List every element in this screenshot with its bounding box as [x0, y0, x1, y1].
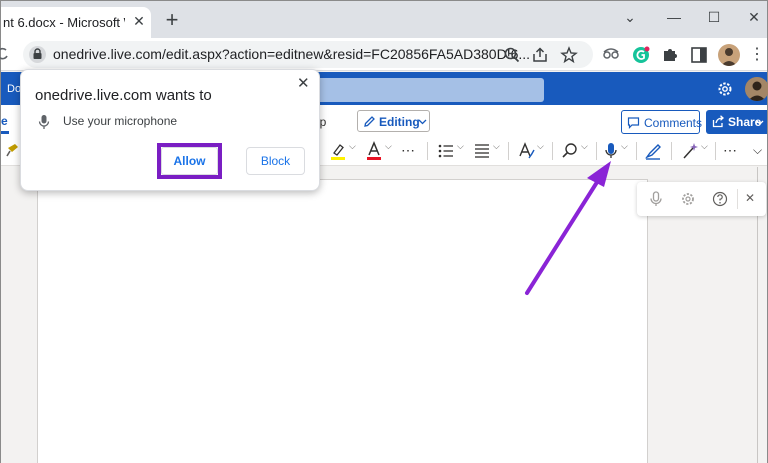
more-options-icon[interactable]: ⋯ [401, 140, 415, 162]
separator [508, 142, 509, 160]
block-button[interactable]: Block [246, 147, 305, 175]
chevron-down-icon[interactable]: ⌵ [457, 141, 464, 152]
separator [671, 142, 672, 160]
chevron-down-icon[interactable]: ⌵ [349, 141, 356, 152]
ribbon-expand-icon[interactable]: ⌵ [753, 140, 762, 162]
url-text: onedrive.live.com/edit.aspx?action=editn… [53, 46, 531, 62]
permission-text: Use your microphone [63, 114, 178, 128]
chevron-down-icon[interactable]: ⌵ [537, 141, 544, 152]
new-tab-button[interactable]: + [161, 9, 183, 32]
lock-icon[interactable] [29, 46, 46, 63]
dictation-toolbar: ✕ [637, 182, 766, 216]
tab-search-icon[interactable]: ⌄ [619, 7, 641, 27]
separator [636, 142, 637, 160]
permission-popup: onedrive.live.com wants to ✕ Use your mi… [20, 69, 320, 191]
comments-button[interactable]: Comments [621, 110, 703, 134]
popup-title: onedrive.live.com wants to [35, 87, 212, 104]
maximize-button[interactable]: ☐ [703, 7, 725, 27]
chevron-down-icon [756, 120, 764, 125]
microphone-icon [38, 115, 50, 129]
share-icon [712, 115, 724, 128]
pencil-icon [364, 116, 375, 127]
more-commands-icon[interactable]: ⋯ [723, 140, 737, 162]
editor-icon[interactable] [644, 140, 662, 162]
font-color-icon[interactable] [365, 140, 383, 162]
separator [715, 142, 716, 160]
document-page[interactable] [37, 179, 648, 463]
office-search-box[interactable] [301, 78, 544, 102]
settings-gear-icon[interactable] [716, 80, 734, 98]
chevron-down-icon[interactable]: ⌵ [493, 141, 500, 152]
find-icon[interactable] [561, 140, 579, 162]
chevron-down-icon [418, 119, 427, 125]
settings-gear-icon[interactable] [680, 191, 696, 207]
chevron-down-icon[interactable]: ⌵ [701, 141, 708, 152]
side-panel-icon[interactable] [689, 45, 709, 65]
tab-home[interactable]: e [1, 114, 8, 128]
comments-label: Comments [644, 116, 703, 130]
styles-icon[interactable] [517, 140, 535, 162]
address-bar[interactable]: onedrive.live.com/edit.aspx?action=editn… [23, 41, 593, 68]
bookmark-star-icon[interactable] [560, 46, 578, 64]
separator [552, 142, 553, 160]
bullets-icon[interactable] [437, 140, 455, 162]
close-window-button[interactable]: ✕ [743, 7, 765, 27]
share-button[interactable]: Share [706, 110, 767, 134]
highlighter-icon[interactable] [329, 140, 347, 162]
separator [596, 142, 597, 160]
share-page-icon[interactable] [531, 46, 549, 64]
align-icon[interactable] [473, 140, 491, 162]
close-icon[interactable]: ✕ [297, 74, 310, 92]
separator [737, 189, 738, 209]
microphone-icon[interactable] [648, 191, 664, 207]
chevron-down-icon[interactable]: ⌵ [385, 141, 392, 152]
profile-avatar[interactable] [718, 44, 740, 66]
browser-toolbar: onedrive.live.com/edit.aspx?action=editn… [0, 38, 767, 71]
active-tab-indicator [1, 131, 9, 134]
tab-close-icon[interactable]: ✕ [131, 13, 147, 29]
browser-tab[interactable]: nt 6.docx - Microsoft Wo ✕ [1, 7, 151, 38]
chevron-down-icon[interactable]: ⌵ [581, 141, 588, 152]
minimize-button[interactable]: — [663, 7, 685, 27]
help-icon[interactable] [712, 191, 728, 207]
dictate-icon[interactable] [603, 140, 619, 162]
editing-mode-button[interactable]: Editing [357, 110, 430, 132]
close-icon[interactable]: ✕ [745, 191, 755, 205]
separator [427, 142, 428, 160]
browser-tab-strip: nt 6.docx - Microsoft Wo ✕ + ⌄ — ☐ ✕ [1, 1, 767, 38]
account-avatar[interactable] [745, 77, 768, 101]
allow-button[interactable]: Allow [161, 147, 218, 175]
puzzle-icon[interactable] [660, 45, 680, 65]
editing-label: Editing [379, 115, 420, 129]
grammarly-icon[interactable] [631, 45, 651, 65]
extension-icon[interactable] [601, 45, 621, 65]
tab-title: nt 6.docx - Microsoft Wo [3, 15, 125, 30]
chevron-down-icon[interactable]: ⌵ [621, 141, 628, 152]
chrome-menu-icon[interactable]: ⋮ [749, 44, 765, 66]
format-painter-icon[interactable] [5, 140, 21, 162]
document-name[interactable]: Do [7, 83, 21, 95]
reload-icon[interactable] [0, 47, 9, 61]
zoom-icon[interactable] [503, 46, 521, 64]
designer-icon[interactable] [681, 140, 699, 162]
comment-icon [627, 117, 640, 129]
